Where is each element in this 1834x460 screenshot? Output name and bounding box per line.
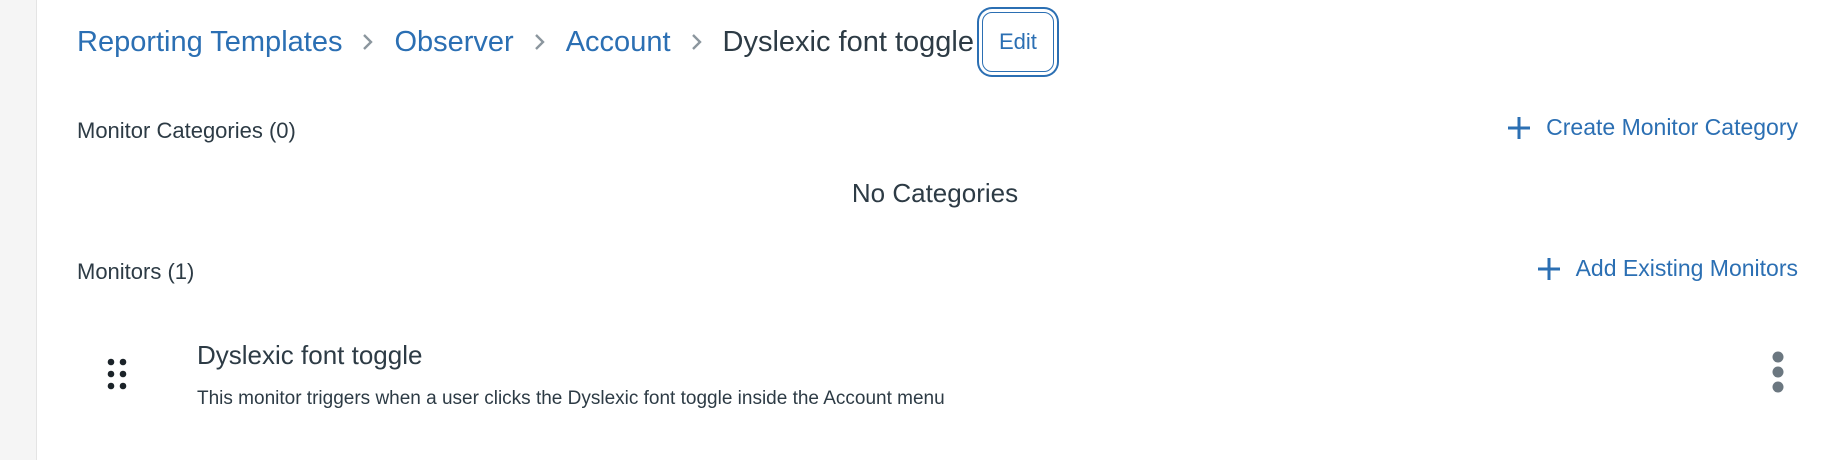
breadcrumb-link-observer[interactable]: Observer xyxy=(394,26,513,59)
breadcrumb-current: Dyslexic font toggle xyxy=(722,25,974,58)
create-monitor-category-label: Create Monitor Category xyxy=(1546,114,1798,140)
kebab-menu-icon xyxy=(1771,350,1785,399)
chevron-right-icon xyxy=(671,16,723,68)
plus-icon xyxy=(1536,256,1562,282)
chevron-right-icon xyxy=(514,16,566,68)
left-rail xyxy=(0,0,37,460)
add-existing-monitors-button[interactable]: Add Existing Monitors xyxy=(1536,255,1798,282)
drag-handle-icon[interactable] xyxy=(105,356,129,392)
monitors-heading: Monitors (1) xyxy=(77,259,195,284)
breadcrumb-link-account[interactable]: Account xyxy=(566,26,671,59)
monitor-categories-heading: Monitor Categories (0) xyxy=(77,118,296,143)
monitor-list-item: Dyslexic font toggle This monitor trigge… xyxy=(77,328,1798,424)
breadcrumb: Reporting Templates Observer Account Dys… xyxy=(77,12,1054,72)
empty-categories-message: No Categories xyxy=(851,178,1019,208)
add-existing-monitors-label: Add Existing Monitors xyxy=(1575,255,1798,281)
chevron-right-icon xyxy=(342,16,394,68)
plus-icon xyxy=(1506,115,1532,141)
edit-button[interactable]: Edit xyxy=(981,12,1054,72)
create-monitor-category-button[interactable]: Create Monitor Category xyxy=(1506,114,1798,141)
breadcrumb-link-reporting-templates[interactable]: Reporting Templates xyxy=(77,26,342,59)
monitor-description: This monitor triggers when a user clicks… xyxy=(197,388,945,409)
more-options-button[interactable] xyxy=(1758,348,1798,400)
monitor-name: Dyslexic font toggle xyxy=(197,340,423,370)
page-content: Reporting Templates Observer Account Dys… xyxy=(36,0,1834,460)
